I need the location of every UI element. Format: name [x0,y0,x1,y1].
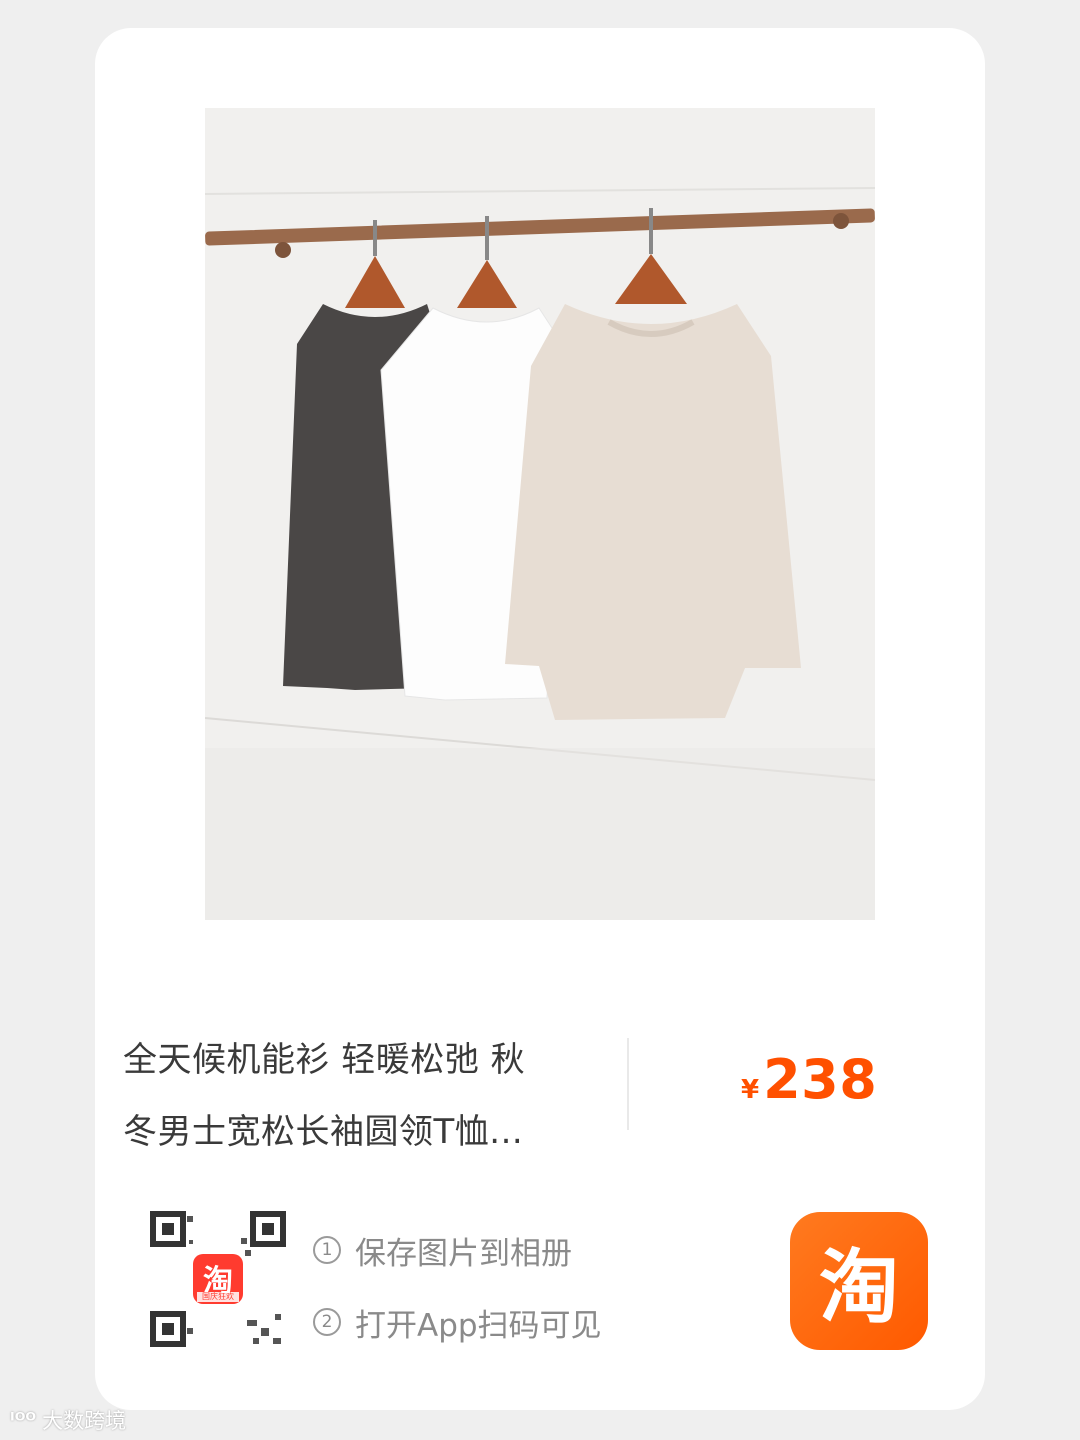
app-icon-glyph: 淘 [819,1241,899,1334]
qr-center-caption: 国庆狂欢 [202,1292,234,1301]
step-text: 保存图片到相册 [355,1235,572,1272]
qr-code[interactable]: 淘 国庆狂欢 [149,1210,287,1348]
watermark-text: 大数跨境 [42,1409,127,1433]
product-title-line-1: 全天候机能衫 轻暖松弛 秋 [123,1040,526,1080]
product-title-line-2: 冬男士宽松长袖圆领T恤... [123,1112,524,1152]
price: ¥238 [741,1048,877,1111]
share-card: 全天候机能衫 轻暖松弛 秋 冬男士宽松长袖圆领T恤... ¥238 淘 国庆狂欢… [95,28,985,1410]
price-value: 238 [763,1048,878,1111]
share-instructions: 1 保存图片到相册 2 打开App扫码可见 [313,1214,602,1358]
product-photo-illustration [205,108,875,920]
taobao-app-icon[interactable]: 淘 [790,1212,928,1350]
circled-number-icon: 1 [313,1236,341,1264]
divider [627,1038,629,1130]
step-save-image: 1 保存图片到相册 [313,1214,602,1286]
step-text: 打开App扫码可见 [355,1307,602,1344]
watermark-logo: ᴵᴼᴼ [10,1408,37,1432]
circled-number-icon: 2 [313,1308,341,1336]
watermark: ᴵᴼᴼ 大数跨境 [10,1405,126,1435]
product-title[interactable]: 全天候机能衫 轻暖松弛 秋 冬男士宽松长袖圆领T恤... [123,1024,603,1168]
product-image[interactable] [205,108,875,920]
currency-symbol: ¥ [741,1075,760,1105]
step-open-app-scan: 2 打开App扫码可见 [313,1286,602,1358]
